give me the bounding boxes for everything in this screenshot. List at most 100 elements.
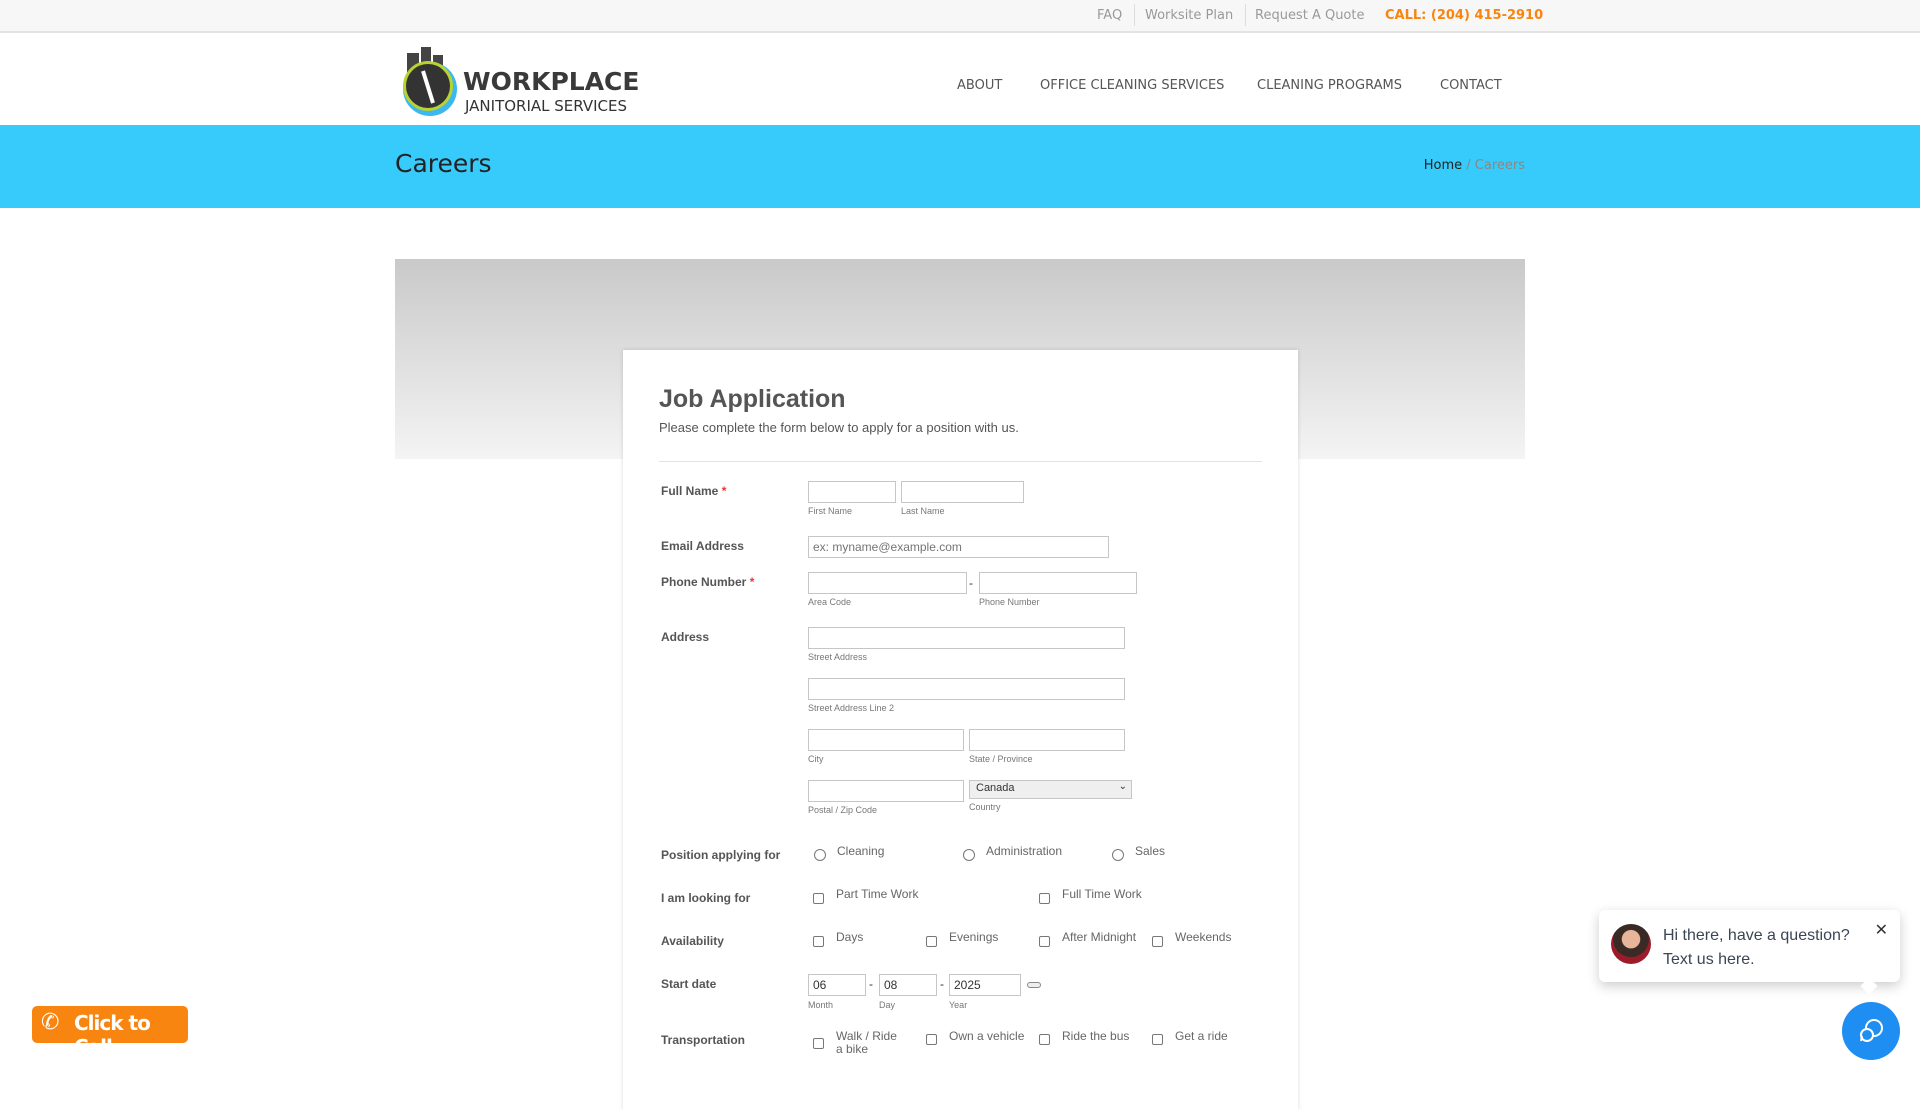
form-subtitle: Please complete the form below to apply … (659, 420, 1019, 435)
chat-message: Hi there, have a question? Text us here. (1663, 927, 1850, 968)
checkbox-weekends[interactable] (1152, 936, 1163, 947)
checkbox-get-ride[interactable] (1152, 1034, 1163, 1045)
state-sublabel: State / Province (969, 754, 1033, 764)
click-to-call-button[interactable]: ✆ Click to Call (32, 1006, 188, 1059)
breadcrumb: Home / Careers (1424, 158, 1525, 173)
street-address-2-input[interactable] (808, 678, 1125, 700)
option-label: Administration (986, 844, 1063, 858)
faq-link[interactable]: FAQ (1097, 8, 1122, 23)
email-label: Email Address (661, 539, 744, 553)
state-input[interactable] (969, 729, 1125, 751)
option-label: Sales (1135, 844, 1166, 858)
option-label: Weekends (1175, 930, 1232, 944)
checkbox-part-time[interactable] (813, 893, 824, 904)
radio-administration[interactable] (963, 849, 975, 861)
option-label: Get a ride (1175, 1029, 1228, 1043)
year-input[interactable] (949, 974, 1021, 996)
date-dash: - (940, 977, 944, 991)
postal-input[interactable] (808, 780, 964, 802)
logo-subtext: JANITORIAL SERVICES (465, 97, 628, 115)
request-quote-link[interactable]: Request A Quote (1255, 8, 1364, 23)
call-link[interactable]: CALL: (204) 415-2910 (1385, 8, 1543, 23)
phone-label: Phone Number * (661, 575, 755, 589)
area-code-sublabel: Area Code (808, 597, 852, 607)
agent-avatar (1611, 924, 1651, 964)
checkbox-walk[interactable] (813, 1038, 824, 1049)
calendar-button[interactable] (1027, 982, 1041, 988)
divider (659, 461, 1262, 462)
chat-button[interactable] (1842, 1002, 1900, 1060)
nav-cleaning-programs[interactable]: CLEANING PROGRAMS (1257, 78, 1402, 93)
postal-sublabel: Postal / Zip Code (808, 805, 878, 815)
month-sublabel: Month (808, 1000, 834, 1010)
breadcrumb-home[interactable]: Home (1424, 158, 1462, 173)
day-sublabel: Day (879, 1000, 896, 1010)
option-label: Own a vehicle (949, 1029, 1025, 1043)
click-to-call-label: Click to Call (74, 1011, 151, 1059)
chat-bubbles-icon (1860, 1019, 1883, 1042)
nav-about[interactable]: ABOUT (957, 78, 1002, 93)
close-icon[interactable]: ✕ (1875, 920, 1888, 940)
availability-label: Availability (661, 934, 724, 948)
nav-contact[interactable]: CONTACT (1440, 78, 1502, 93)
option-label: Ride the bus (1062, 1029, 1130, 1043)
full-name-label: Full Name * (661, 484, 727, 498)
checkbox-own-vehicle[interactable] (926, 1034, 937, 1045)
street-address-input[interactable] (808, 627, 1125, 649)
page-title-band: Careers Home / Careers (0, 125, 1920, 208)
area-code-input[interactable] (808, 572, 967, 594)
checkbox-full-time[interactable] (1039, 893, 1050, 904)
position-label: Position applying for (661, 848, 781, 862)
year-sublabel: Year (949, 1000, 968, 1010)
chat-popup[interactable]: Hi there, have a question? Text us here. … (1599, 910, 1900, 995)
last-name-sublabel: Last Name (901, 506, 945, 516)
popup-arrow (1860, 977, 1878, 995)
page-title: Careers (395, 149, 492, 178)
header: WORKPLACE JANITORIAL SERVICES ABOUT OFFI… (0, 33, 1920, 125)
city-input[interactable] (808, 729, 964, 751)
breadcrumb-current: Careers (1474, 158, 1525, 173)
chevron-down-icon: ⌄ (1118, 781, 1127, 792)
date-dash: - (869, 977, 873, 991)
country-select[interactable]: Canada ⌄ (969, 780, 1132, 799)
radio-sales[interactable] (1112, 849, 1124, 861)
logo[interactable]: WORKPLACE JANITORIAL SERVICES (397, 45, 672, 121)
option-label: Cleaning (837, 844, 885, 858)
logo-text: WORKPLACE (463, 67, 640, 96)
last-name-input[interactable] (901, 481, 1024, 503)
checkbox-evenings[interactable] (926, 936, 937, 947)
checkbox-days[interactable] (813, 936, 824, 947)
month-input[interactable] (808, 974, 866, 996)
country-sublabel: Country (969, 802, 1001, 812)
form-title: Job Application (659, 385, 846, 413)
email-input[interactable] (808, 536, 1109, 558)
phone-icon: ✆ (41, 1010, 59, 1035)
checkbox-bus[interactable] (1039, 1034, 1050, 1045)
divider (1134, 4, 1135, 26)
phone-dash: - (969, 576, 973, 590)
street2-sublabel: Street Address Line 2 (808, 703, 895, 713)
option-label: Days (836, 930, 864, 944)
transportation-label: Transportation (661, 1033, 746, 1047)
first-name-sublabel: First Name (808, 506, 853, 516)
looking-for-label: I am looking for (661, 891, 751, 905)
worksite-plan-link[interactable]: Worksite Plan (1145, 8, 1233, 23)
option-label: Part Time Work (836, 887, 919, 901)
first-name-input[interactable] (808, 481, 896, 503)
breadcrumb-sep: / (1466, 158, 1471, 173)
option-label: After Midnight (1062, 930, 1137, 944)
street-sublabel: Street Address (808, 652, 868, 662)
checkbox-after-midnight[interactable] (1039, 936, 1050, 947)
nav-office-cleaning[interactable]: OFFICE CLEANING SERVICES (1040, 78, 1224, 93)
address-label: Address (661, 630, 710, 644)
city-sublabel: City (808, 754, 824, 764)
phone-number-input[interactable] (979, 572, 1137, 594)
option-label: Evenings (949, 930, 999, 944)
divider (1245, 4, 1246, 26)
top-bar: FAQ Worksite Plan Request A Quote CALL: … (0, 0, 1920, 33)
phone-number-sublabel: Phone Number (979, 597, 1040, 607)
day-input[interactable] (879, 974, 937, 996)
radio-cleaning[interactable] (814, 849, 826, 861)
option-label: Walk / Ride a bike (836, 1029, 897, 1056)
start-date-label: Start date (661, 977, 717, 991)
